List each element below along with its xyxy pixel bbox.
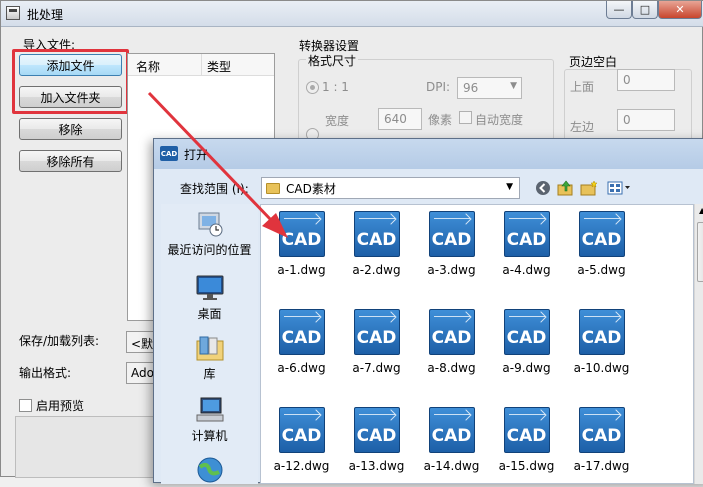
arrow-line [147, 91, 274, 223]
annotation-arrow [147, 91, 288, 238]
